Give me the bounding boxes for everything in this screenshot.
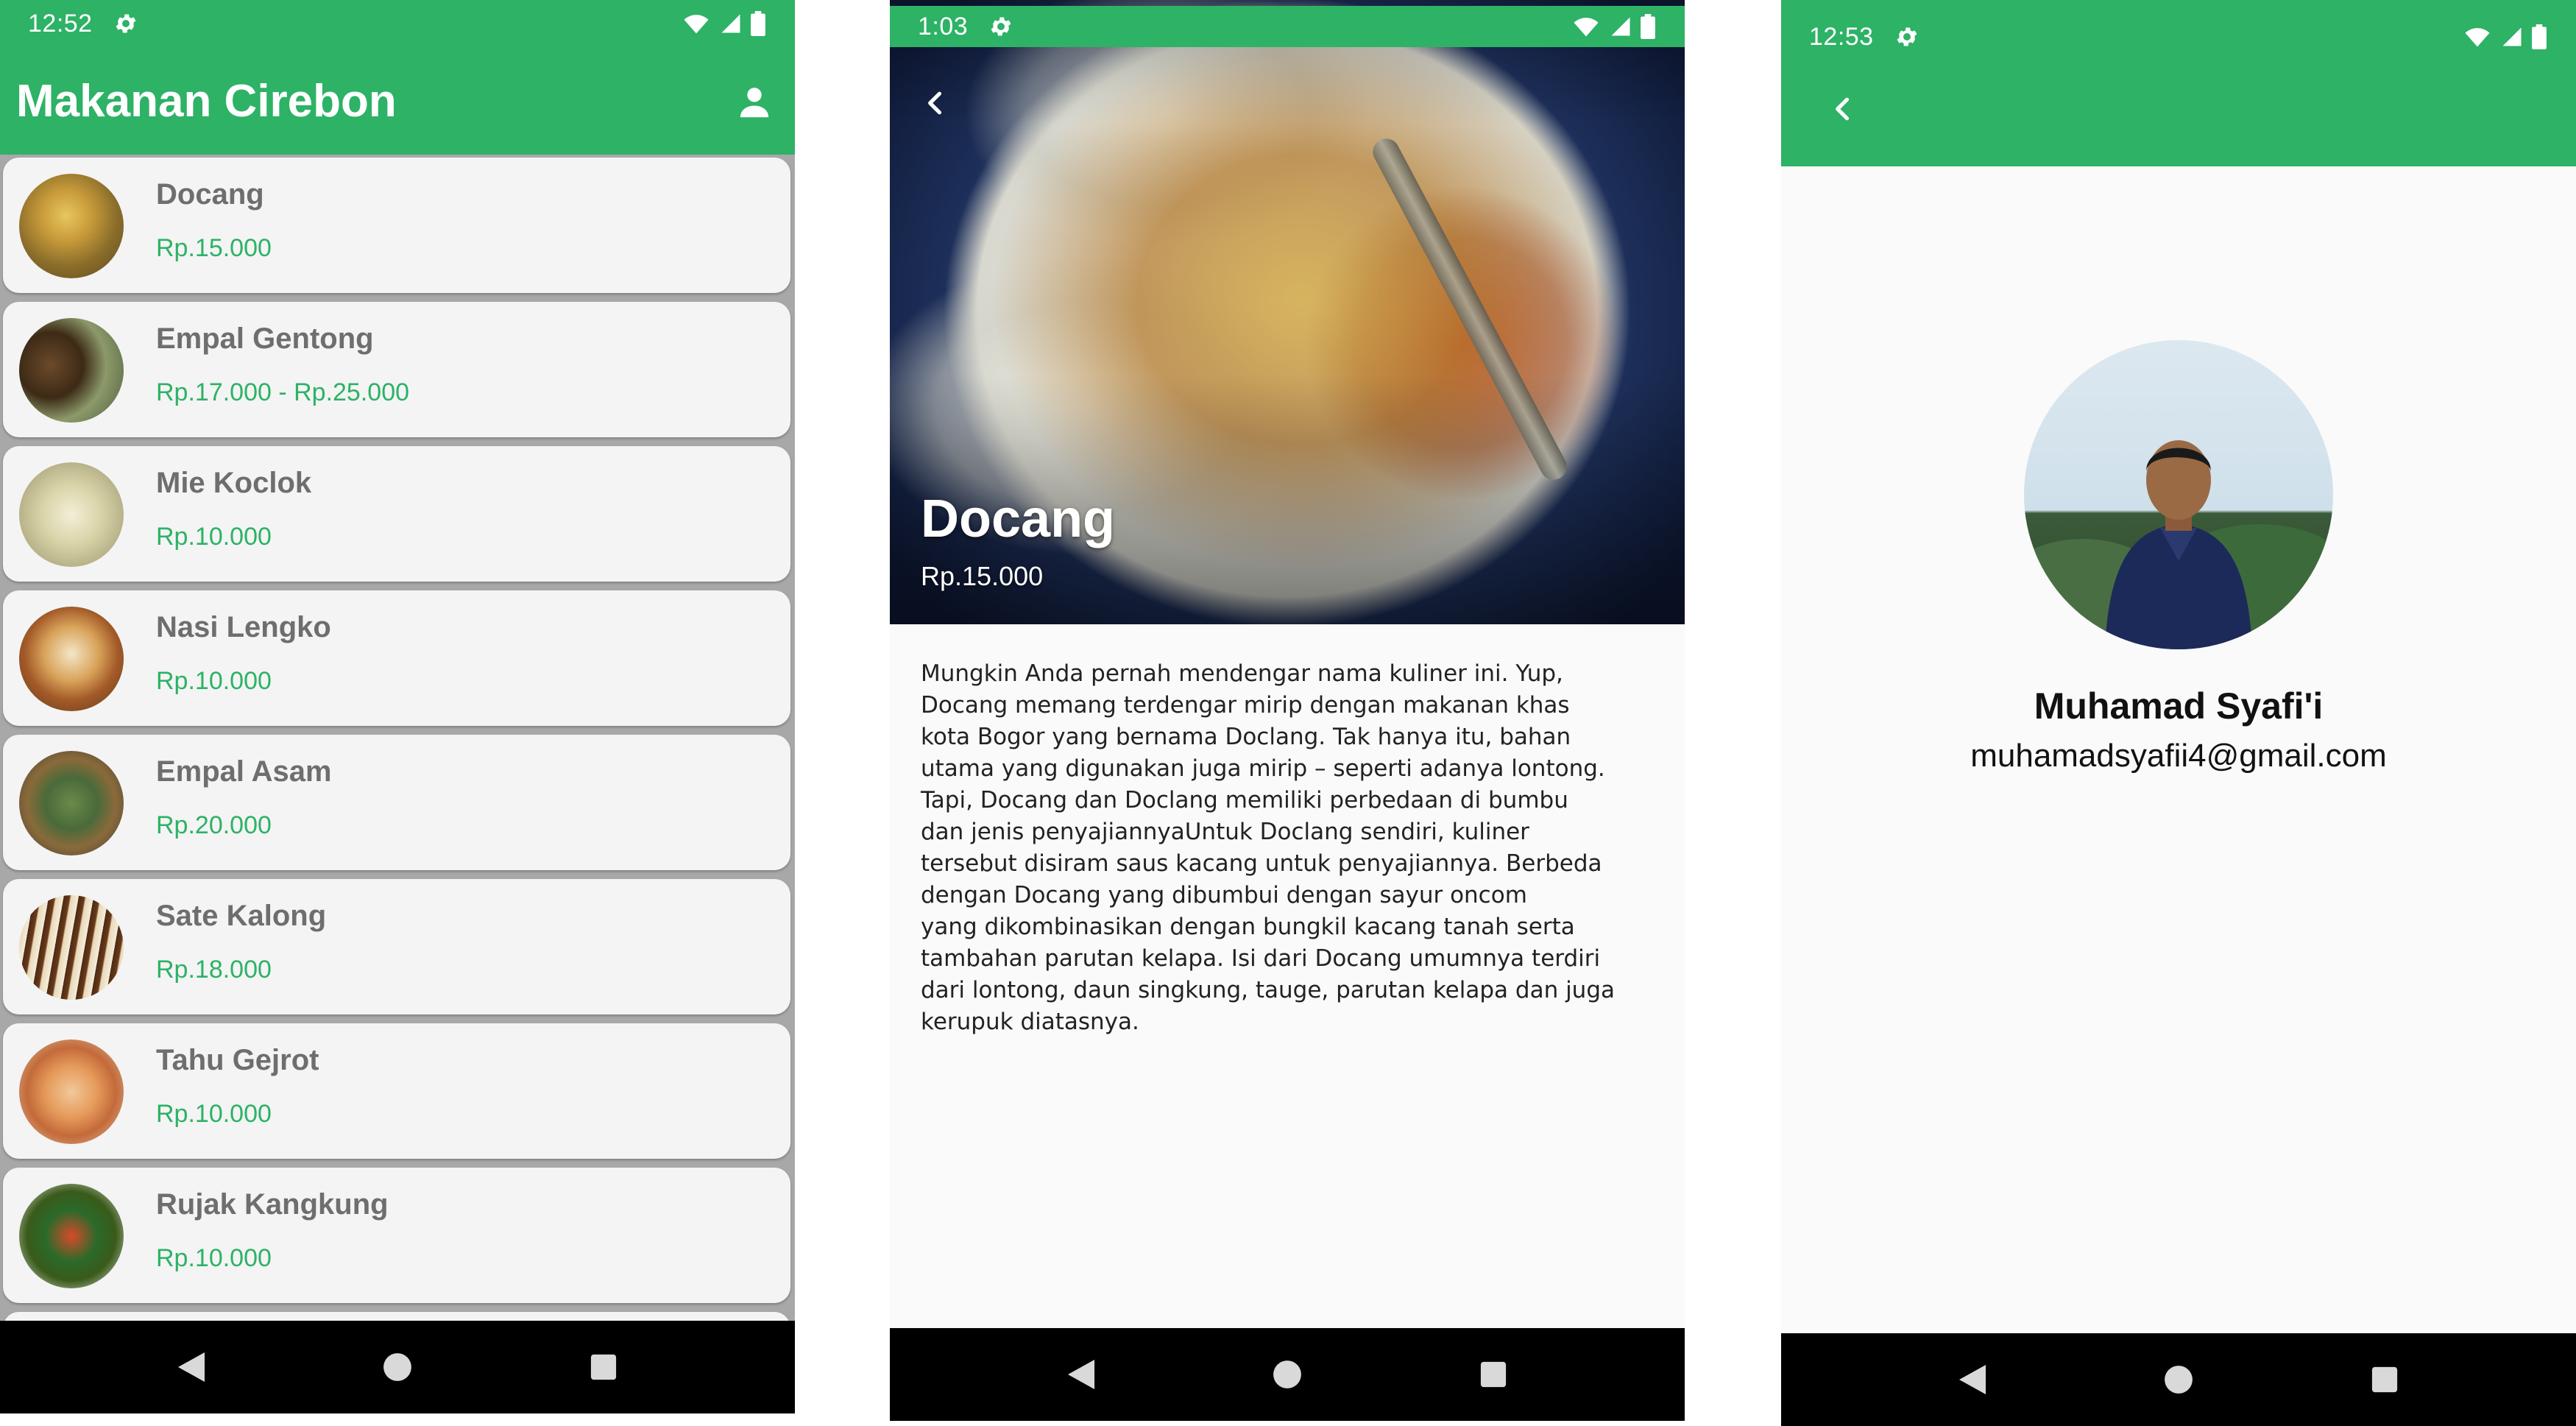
food-description: Mungkin Anda pernah mendengar nama kulin…: [921, 660, 1616, 1035]
nav-recents-icon: [590, 1354, 617, 1380]
status-time: 12:53: [1809, 22, 1874, 51]
nav-back-button[interactable]: [1950, 1358, 1995, 1402]
nav-home-icon: [2165, 1366, 2193, 1394]
profile-button[interactable]: [730, 78, 779, 127]
food-price: Rp.20.000: [156, 811, 272, 839]
list-item[interactable]: Sate Kalong Rp.18.000: [3, 879, 790, 1014]
food-thumbnail: [19, 607, 124, 711]
food-name: Empal Gentong: [156, 322, 374, 355]
nav-home-icon: [383, 1353, 411, 1381]
food-name: Empal Asam: [156, 755, 332, 788]
food-price: Rp.17.000 - Rp.25.000: [156, 378, 410, 406]
food-title: Docang: [921, 490, 1116, 548]
system-nav-bar: [890, 1328, 1685, 1421]
list-item[interactable]: Empal Gentong Rp.17.000 - Rp.25.000: [3, 302, 790, 437]
status-bar: 1:03: [890, 6, 1685, 47]
back-button[interactable]: [1821, 87, 1865, 131]
back-button[interactable]: [913, 81, 958, 125]
battery-icon: [2532, 24, 2547, 49]
food-price: Rp.10.000: [156, 1100, 272, 1128]
nav-home-button[interactable]: [375, 1345, 420, 1389]
settings-icon: [988, 14, 1013, 39]
list-item[interactable]: Mie Koclok Rp.10.000: [3, 446, 790, 582]
status-bar: 12:53: [1781, 16, 2576, 57]
nav-home-icon: [1273, 1360, 1301, 1388]
nav-recents-icon: [1480, 1361, 1507, 1388]
avatar: [2024, 340, 2333, 649]
food-thumbnail: [19, 174, 124, 278]
food-name: Mie Koclok: [156, 467, 312, 499]
wifi-icon: [682, 10, 711, 37]
food-price: Rp.18.000: [156, 956, 272, 984]
app-title: Makanan Cirebon: [16, 76, 397, 127]
food-price: Rp.10.000: [156, 1244, 272, 1272]
food-thumbnail: [19, 1040, 124, 1144]
food-price: Rp.10.000: [156, 667, 272, 695]
food-name: Docang: [156, 178, 264, 211]
nav-recents-button[interactable]: [2363, 1358, 2407, 1402]
nav-back-button[interactable]: [169, 1345, 213, 1389]
system-nav-bar: [1781, 1333, 2576, 1426]
list-item[interactable]: Nasi Lengko Rp.10.000: [3, 590, 790, 726]
nav-recents-button[interactable]: [1471, 1352, 1515, 1397]
settings-icon: [113, 11, 138, 36]
nav-back-icon: [1068, 1360, 1094, 1389]
list-item[interactable]: Empal Asam Rp.20.000: [3, 735, 790, 870]
battery-icon: [1641, 14, 1655, 39]
nav-recents-button[interactable]: [581, 1345, 626, 1389]
food-name: Sate Kalong: [156, 900, 327, 932]
nav-back-icon: [178, 1352, 205, 1382]
app-bar: 12:53: [1781, 0, 2576, 166]
signal-icon: [1610, 15, 1632, 38]
food-list-screen: 12:52 Makanan Cirebon Docang Rp.15.000 E…: [0, 0, 795, 1413]
food-thumbnail: [19, 462, 124, 567]
system-nav-bar: [0, 1321, 795, 1413]
nav-recents-icon: [2371, 1366, 2398, 1393]
back-arrow-icon: [1827, 93, 1859, 125]
signal-icon: [2501, 26, 2523, 48]
profile-name: Muhamad Syafi'i: [2034, 685, 2324, 727]
food-price: Rp.15.000: [156, 234, 272, 262]
wifi-icon: [2463, 24, 2492, 50]
list-item[interactable]: Tahu Gejrot Rp.10.000: [3, 1023, 790, 1159]
food-detail-screen: 1:03 Docang Rp.15.000 Mungkin Anda perna…: [890, 0, 1685, 1421]
settings-icon: [1894, 24, 1919, 49]
status-time: 1:03: [918, 12, 969, 40]
signal-icon: [720, 13, 742, 35]
profile-screen: 12:53 Muhamad Syafi'i muhamadsyafii4@gma…: [1781, 0, 2576, 1426]
battery-icon: [751, 11, 765, 36]
nav-home-button[interactable]: [2156, 1358, 2201, 1402]
nav-back-button[interactable]: [1059, 1352, 1103, 1397]
food-thumbnail: [19, 751, 124, 855]
food-price: Rp.15.000: [921, 561, 1044, 591]
person-icon: [740, 88, 769, 118]
food-name: Rujak Kangkung: [156, 1188, 389, 1221]
nav-home-button[interactable]: [1265, 1352, 1309, 1397]
app-bar: 12:52 Makanan Cirebon: [0, 0, 795, 155]
food-thumbnail: [19, 1184, 124, 1288]
list-item[interactable]: Rujak Kangkung Rp.10.000: [3, 1168, 790, 1303]
wifi-icon: [1571, 13, 1601, 40]
back-arrow-icon: [919, 87, 952, 119]
status-bar: 12:52: [0, 4, 795, 43]
food-thumbnail: [19, 318, 124, 423]
person-photo: [2024, 440, 2333, 649]
food-price: Rp.10.000: [156, 523, 272, 551]
food-name: Nasi Lengko: [156, 611, 331, 643]
food-thumbnail: [19, 895, 124, 1000]
list-item[interactable]: Docang Rp.15.000: [3, 158, 790, 293]
profile-email: muhamadsyafii4@gmail.com: [1970, 738, 2387, 774]
status-time: 12:52: [28, 9, 93, 38]
nav-back-icon: [1959, 1365, 1986, 1394]
food-name: Tahu Gejrot: [156, 1044, 319, 1076]
